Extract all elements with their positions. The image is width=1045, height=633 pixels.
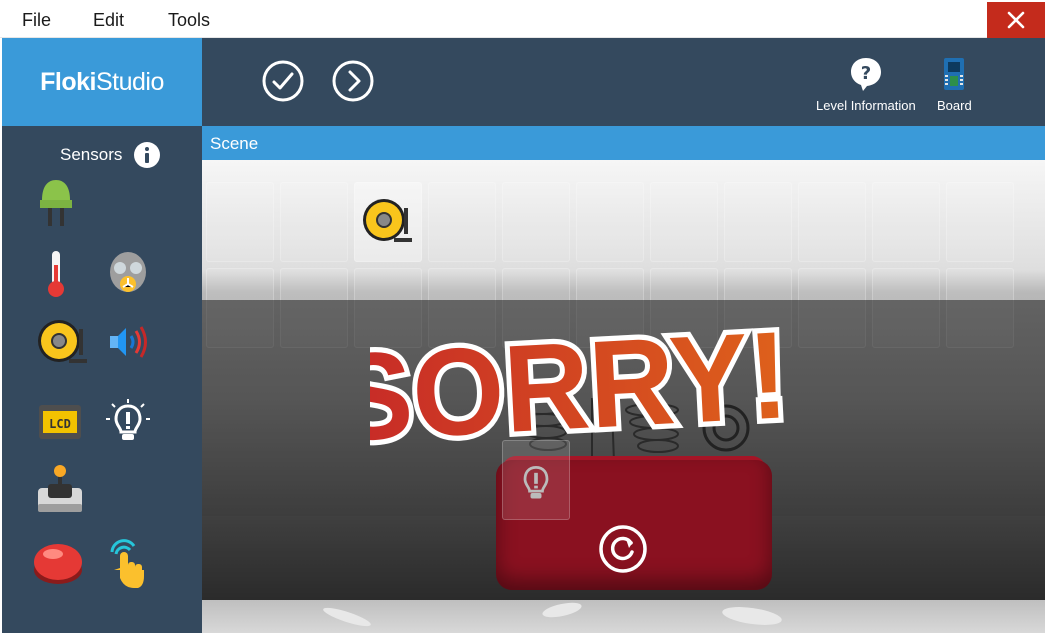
thermometer-icon	[48, 251, 64, 297]
sensors-title: Sensors	[60, 145, 123, 164]
gas-sensor[interactable]	[98, 244, 158, 304]
grid-tile[interactable]	[798, 182, 866, 262]
grid-tile[interactable]	[946, 182, 1014, 262]
joystick-sensor[interactable]	[30, 460, 90, 520]
grid-tile[interactable]	[650, 182, 718, 262]
svg-text:?: ?	[861, 63, 871, 84]
grid-tile[interactable]	[724, 182, 792, 262]
grid-tile[interactable]	[428, 182, 496, 262]
led-sensor[interactable]	[26, 172, 86, 232]
board-icon	[944, 58, 965, 90]
sensors-heading: Sensors	[60, 142, 161, 168]
menu-file[interactable]: File	[22, 10, 51, 31]
question-bubble-icon: ?	[850, 58, 881, 91]
scene-canvas: SORRY!!	[202, 160, 1045, 600]
lcd-sensor[interactable]: LCD	[30, 392, 90, 452]
thermometer-sensor[interactable]	[26, 244, 86, 304]
grid-tile[interactable]	[576, 182, 644, 262]
next-button[interactable]	[332, 60, 374, 102]
svg-text:LCD: LCD	[49, 417, 71, 431]
info-icon[interactable]	[134, 142, 161, 168]
menu-tools[interactable]: Tools	[168, 10, 210, 31]
paper-shard	[321, 604, 373, 630]
placed-light-bulb-icon[interactable]	[514, 460, 558, 504]
light-bulb-sensor[interactable]	[98, 392, 158, 452]
lcd-icon: LCD	[39, 405, 81, 439]
red-button-icon	[34, 544, 82, 584]
light-bulb-icon	[106, 399, 150, 440]
speaker-sensor[interactable]	[98, 312, 158, 372]
placed-alarm-bell-icon[interactable]	[360, 194, 414, 248]
logo-bold: Floki	[40, 67, 96, 96]
sorry-message: SORRY!!	[370, 302, 790, 452]
scene-bottom	[202, 599, 1045, 633]
grid-tile[interactable]	[502, 182, 570, 262]
menu-bar: File Edit Tools	[0, 0, 1045, 38]
board-label: Board	[937, 98, 972, 113]
paper-shard	[721, 603, 783, 629]
alarm-bell-sensor[interactable]	[32, 312, 92, 372]
level-information-button[interactable]: ? Level Information	[816, 56, 916, 113]
sorry-text: SORRY!!	[370, 303, 790, 452]
grid-tile[interactable]	[206, 182, 274, 262]
joystick-icon	[38, 465, 82, 512]
gas-mask-icon	[110, 252, 146, 292]
sensors-sidebar: Sensors LCD	[2, 126, 202, 633]
menu-edit[interactable]: Edit	[93, 10, 124, 31]
touch-icon	[110, 539, 144, 588]
close-button[interactable]	[987, 2, 1045, 38]
level-information-label: Level Information	[816, 98, 916, 113]
paper-shard	[541, 599, 583, 621]
red-button-sensor[interactable]	[28, 534, 88, 594]
grid-tile[interactable]	[872, 182, 940, 262]
retry-button[interactable]	[598, 524, 648, 574]
app-logo: Floki Studio	[2, 38, 202, 126]
grid-tile[interactable]	[280, 182, 348, 262]
touch-sensor[interactable]	[98, 534, 158, 594]
alarm-bell-icon	[38, 320, 87, 363]
speaker-icon	[110, 326, 147, 358]
scene-header: Scene	[202, 126, 1045, 160]
logo-light: Studio	[95, 67, 164, 96]
toolbar: ? Level Information Board	[202, 38, 1045, 126]
led-icon	[40, 180, 72, 226]
close-icon	[1007, 11, 1025, 29]
board-button[interactable]: Board	[937, 56, 972, 113]
check-button[interactable]	[262, 60, 304, 102]
